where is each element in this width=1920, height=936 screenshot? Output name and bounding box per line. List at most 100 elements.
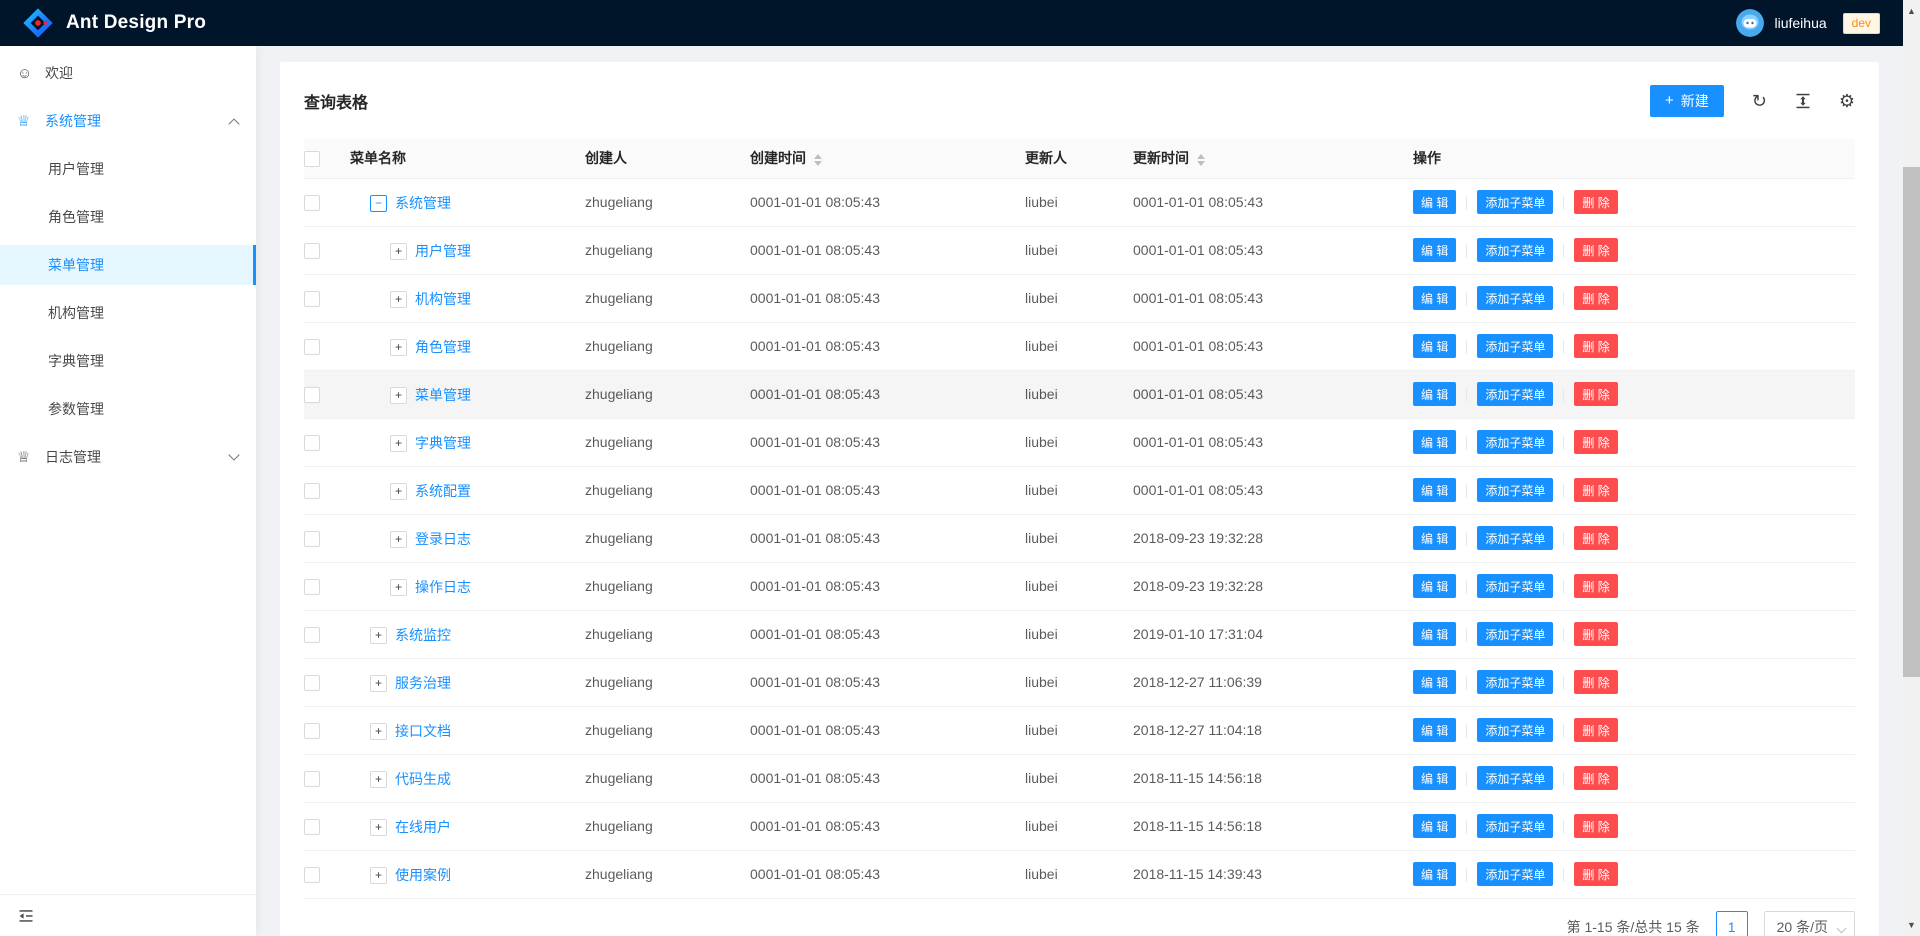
edit-button[interactable]: 编 辑 [1413, 382, 1456, 406]
add-child-menu-button[interactable]: 添加子菜单 [1477, 478, 1553, 502]
add-child-menu-button[interactable]: 添加子菜单 [1477, 190, 1553, 214]
row-checkbox[interactable] [304, 291, 320, 307]
window-scrollbar[interactable]: ▲ ▼ [1903, 0, 1920, 936]
expand-row-icon[interactable]: + [370, 723, 387, 740]
sidebar-item-org-management[interactable]: 机构管理 [0, 293, 256, 333]
scroll-down-icon[interactable]: ▼ [1903, 920, 1920, 930]
scrollbar-thumb[interactable] [1903, 167, 1920, 677]
row-checkbox[interactable] [304, 819, 320, 835]
menu-name-link[interactable]: 代码生成 [395, 769, 451, 789]
add-child-menu-button[interactable]: 添加子菜单 [1477, 286, 1553, 310]
expand-row-icon[interactable]: + [370, 675, 387, 692]
delete-button[interactable]: 删 除 [1574, 334, 1617, 358]
sidebar-item-user-management[interactable]: 用户管理 [0, 149, 256, 189]
expand-row-icon[interactable]: + [370, 867, 387, 884]
row-checkbox[interactable] [304, 771, 320, 787]
row-checkbox[interactable] [304, 195, 320, 211]
edit-button[interactable]: 编 辑 [1413, 862, 1456, 886]
username[interactable]: liufeihua [1774, 15, 1826, 31]
expand-row-icon[interactable]: + [390, 291, 407, 308]
menu-name-link[interactable]: 字典管理 [415, 433, 471, 453]
edit-button[interactable]: 编 辑 [1413, 766, 1456, 790]
edit-button[interactable]: 编 辑 [1413, 190, 1456, 214]
edit-button[interactable]: 编 辑 [1413, 286, 1456, 310]
row-checkbox[interactable] [304, 483, 320, 499]
row-checkbox[interactable] [304, 723, 320, 739]
add-child-menu-button[interactable]: 添加子菜单 [1477, 574, 1553, 598]
reload-icon[interactable]: ↻ [1752, 92, 1767, 110]
delete-button[interactable]: 删 除 [1574, 478, 1617, 502]
sidebar-item-param-management[interactable]: 参数管理 [0, 389, 256, 429]
add-child-menu-button[interactable]: 添加子菜单 [1477, 766, 1553, 790]
column-height-icon[interactable] [1795, 93, 1811, 109]
delete-button[interactable]: 删 除 [1574, 526, 1617, 550]
row-checkbox[interactable] [304, 339, 320, 355]
menu-name-link[interactable]: 接口文档 [395, 721, 451, 741]
expand-row-icon[interactable]: + [390, 387, 407, 404]
row-checkbox[interactable] [304, 675, 320, 691]
add-child-menu-button[interactable]: 添加子菜单 [1477, 334, 1553, 358]
add-child-menu-button[interactable]: 添加子菜单 [1477, 862, 1553, 886]
delete-button[interactable]: 删 除 [1574, 382, 1617, 406]
delete-button[interactable]: 删 除 [1574, 622, 1617, 646]
add-child-menu-button[interactable]: 添加子菜单 [1477, 526, 1553, 550]
expand-row-icon[interactable]: + [390, 531, 407, 548]
edit-button[interactable]: 编 辑 [1413, 718, 1456, 742]
pagination-page-1-button[interactable]: 1 [1716, 911, 1748, 936]
delete-button[interactable]: 删 除 [1574, 574, 1617, 598]
menu-name-link[interactable]: 菜单管理 [415, 385, 471, 405]
menu-name-link[interactable]: 系统监控 [395, 625, 451, 645]
row-checkbox[interactable] [304, 579, 320, 595]
expand-row-icon[interactable]: + [390, 579, 407, 596]
edit-button[interactable]: 编 辑 [1413, 574, 1456, 598]
menu-name-link[interactable]: 在线用户 [395, 817, 451, 837]
page-size-select[interactable]: 20 条/页 [1764, 911, 1855, 936]
menu-name-link[interactable]: 登录日志 [415, 529, 471, 549]
delete-button[interactable]: 删 除 [1574, 430, 1617, 454]
expand-row-icon[interactable]: + [390, 435, 407, 452]
menu-name-link[interactable]: 系统管理 [395, 193, 451, 213]
expand-row-icon[interactable]: + [370, 771, 387, 788]
scroll-up-icon[interactable]: ▲ [1903, 6, 1920, 16]
delete-button[interactable]: 删 除 [1574, 238, 1617, 262]
sidebar-item-dict-management[interactable]: 字典管理 [0, 341, 256, 381]
delete-button[interactable]: 删 除 [1574, 814, 1617, 838]
add-child-menu-button[interactable]: 添加子菜单 [1477, 718, 1553, 742]
edit-button[interactable]: 编 辑 [1413, 526, 1456, 550]
delete-button[interactable]: 删 除 [1574, 190, 1617, 214]
row-checkbox[interactable] [304, 387, 320, 403]
delete-button[interactable]: 删 除 [1574, 286, 1617, 310]
add-child-menu-button[interactable]: 添加子菜单 [1477, 382, 1553, 406]
sidebar-collapse-trigger[interactable] [0, 894, 256, 936]
delete-button[interactable]: 删 除 [1574, 670, 1617, 694]
edit-button[interactable]: 编 辑 [1413, 814, 1456, 838]
sort-toggle-icon[interactable] [1197, 154, 1205, 166]
new-button[interactable]: + 新建 [1650, 85, 1724, 117]
menu-name-link[interactable]: 服务治理 [395, 673, 451, 693]
expand-row-icon[interactable]: + [390, 243, 407, 260]
expand-row-icon[interactable]: + [370, 819, 387, 836]
expand-row-icon[interactable]: + [390, 483, 407, 500]
sidebar-item-system-management[interactable]: ♕系统管理 [0, 101, 256, 141]
menu-name-link[interactable]: 使用案例 [395, 865, 451, 885]
delete-button[interactable]: 删 除 [1574, 766, 1617, 790]
sidebar-item-role-management[interactable]: 角色管理 [0, 197, 256, 237]
row-checkbox[interactable] [304, 531, 320, 547]
expand-row-icon[interactable]: + [370, 627, 387, 644]
row-checkbox[interactable] [304, 867, 320, 883]
row-checkbox[interactable] [304, 243, 320, 259]
collapse-row-icon[interactable]: − [370, 195, 387, 212]
menu-name-link[interactable]: 机构管理 [415, 289, 471, 309]
delete-button[interactable]: 删 除 [1574, 862, 1617, 886]
sidebar-item-log-management[interactable]: ♕日志管理 [0, 437, 256, 477]
edit-button[interactable]: 编 辑 [1413, 622, 1456, 646]
menu-name-link[interactable]: 系统配置 [415, 481, 471, 501]
edit-button[interactable]: 编 辑 [1413, 478, 1456, 502]
menu-name-link[interactable]: 用户管理 [415, 241, 471, 261]
expand-row-icon[interactable]: + [390, 339, 407, 356]
edit-button[interactable]: 编 辑 [1413, 670, 1456, 694]
select-all-checkbox[interactable] [304, 151, 320, 167]
sort-toggle-icon[interactable] [814, 154, 822, 166]
delete-button[interactable]: 删 除 [1574, 718, 1617, 742]
edit-button[interactable]: 编 辑 [1413, 430, 1456, 454]
